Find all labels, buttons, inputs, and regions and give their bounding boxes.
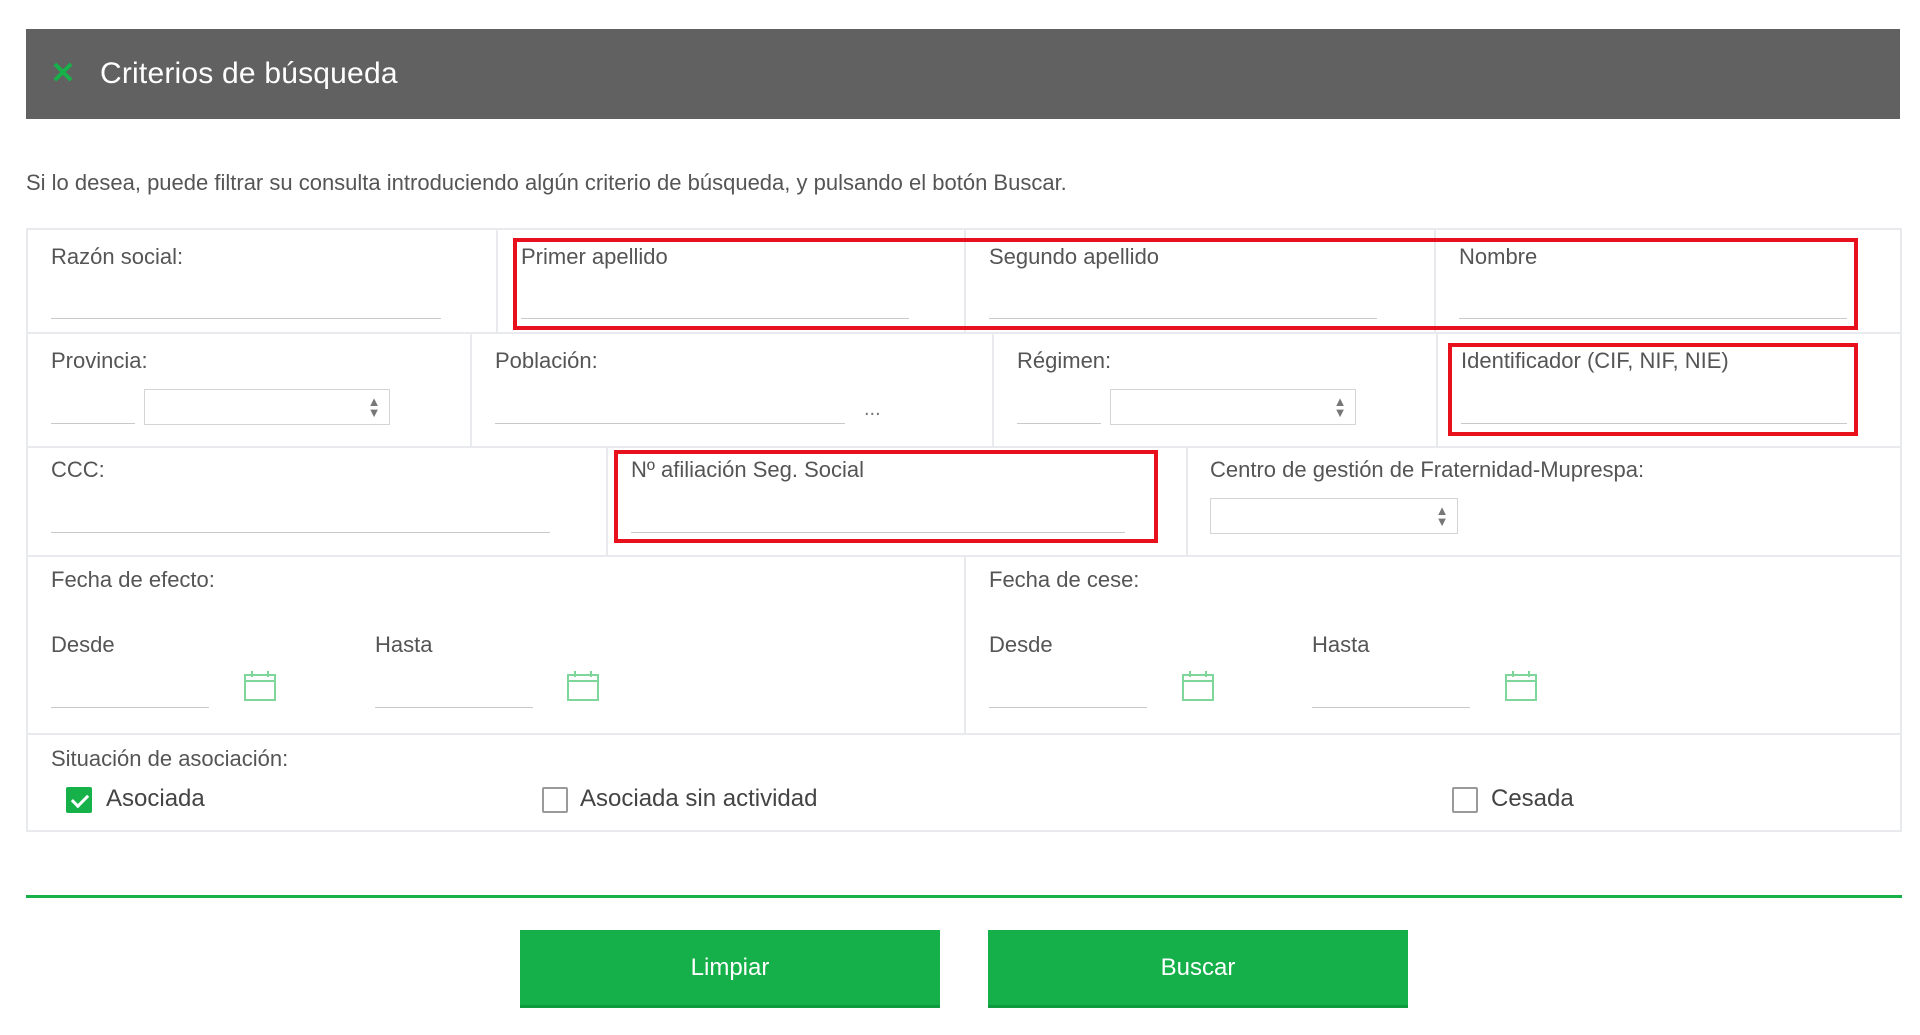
fecha-cese-hasta-input[interactable]	[1312, 707, 1470, 708]
asociada-sin-actividad-checkbox[interactable]	[542, 787, 568, 813]
fecha-efecto-hasta-label: Hasta	[375, 632, 433, 657]
col-divider	[964, 557, 966, 733]
col-divider	[496, 228, 498, 332]
calendar-icon[interactable]	[1181, 670, 1215, 702]
regimen-label: Régimen:	[1017, 348, 1112, 373]
row-divider	[26, 733, 1902, 735]
poblacion-more-button[interactable]: ...	[864, 398, 881, 421]
ccc-label: CCC:	[51, 457, 105, 482]
fecha-cese-desde-input[interactable]	[989, 707, 1147, 708]
spinner-arrows-icon[interactable]: ▲ ▼	[1333, 395, 1347, 419]
spinner-arrows-icon[interactable]: ▲ ▼	[1435, 504, 1449, 528]
highlight-box-names	[513, 238, 1858, 330]
asociada-sin-actividad-label: Asociada sin actividad	[580, 785, 818, 812]
row-divider	[26, 446, 1902, 448]
regimen-code-input[interactable]	[1017, 423, 1101, 424]
section-divider	[26, 895, 1902, 898]
search-criteria-page: ✕ Criterios de búsqueda Si lo desea, pue…	[0, 0, 1920, 1035]
poblacion-input[interactable]	[495, 423, 845, 424]
centro-gestion-label: Centro de gestión de Fraternidad-Mupresp…	[1210, 457, 1645, 482]
poblacion-label: Población:	[495, 348, 598, 373]
intro-text: Si lo desea, puede filtrar su consulta i…	[26, 170, 1067, 195]
row-divider	[26, 332, 1902, 334]
razon-social-input[interactable]	[51, 318, 441, 319]
calendar-icon[interactable]	[1504, 670, 1538, 702]
limpiar-button[interactable]: Limpiar	[520, 930, 940, 1008]
cesada-label: Cesada	[1491, 785, 1574, 812]
razon-social-label: Razón social:	[51, 244, 184, 269]
header-title: Criterios de búsqueda	[100, 57, 398, 90]
buscar-button[interactable]: Buscar	[988, 930, 1408, 1008]
fecha-efecto-desde-input[interactable]	[51, 707, 209, 708]
fecha-cese-hasta-label: Hasta	[1312, 632, 1370, 657]
col-divider	[1186, 448, 1188, 555]
fecha-cese-desde-label: Desde	[989, 632, 1053, 657]
close-icon[interactable]: ✕	[50, 59, 76, 89]
col-divider	[1436, 334, 1438, 446]
cesada-checkbox[interactable]	[1452, 787, 1478, 813]
asociada-label: Asociada	[106, 785, 205, 812]
highlight-box-identificador	[1448, 343, 1858, 436]
col-divider	[606, 448, 608, 555]
provincia-label: Provincia:	[51, 348, 148, 373]
search-criteria-header[interactable]: ✕ Criterios de búsqueda	[26, 29, 1900, 119]
fecha-efecto-hasta-input[interactable]	[375, 707, 533, 708]
spinner-arrows-icon[interactable]: ▲ ▼	[367, 395, 381, 419]
asociada-checkbox[interactable]	[66, 787, 92, 813]
regimen-select[interactable]: ▲ ▼	[1110, 389, 1356, 425]
col-divider	[992, 334, 994, 446]
calendar-icon[interactable]	[566, 670, 600, 702]
highlight-box-afiliacion	[614, 450, 1158, 543]
provincia-select[interactable]: ▲ ▼	[144, 389, 390, 425]
fecha-efecto-label: Fecha de efecto:	[51, 567, 215, 592]
fecha-cese-label: Fecha de cese:	[989, 567, 1140, 592]
calendar-icon[interactable]	[243, 670, 277, 702]
col-divider	[470, 334, 472, 446]
provincia-code-input[interactable]	[51, 423, 135, 424]
ccc-input[interactable]	[51, 532, 550, 533]
centro-gestion-select[interactable]: ▲ ▼	[1210, 498, 1458, 534]
fecha-efecto-desde-label: Desde	[51, 632, 115, 657]
situacion-label: Situación de asociación:	[51, 746, 289, 771]
